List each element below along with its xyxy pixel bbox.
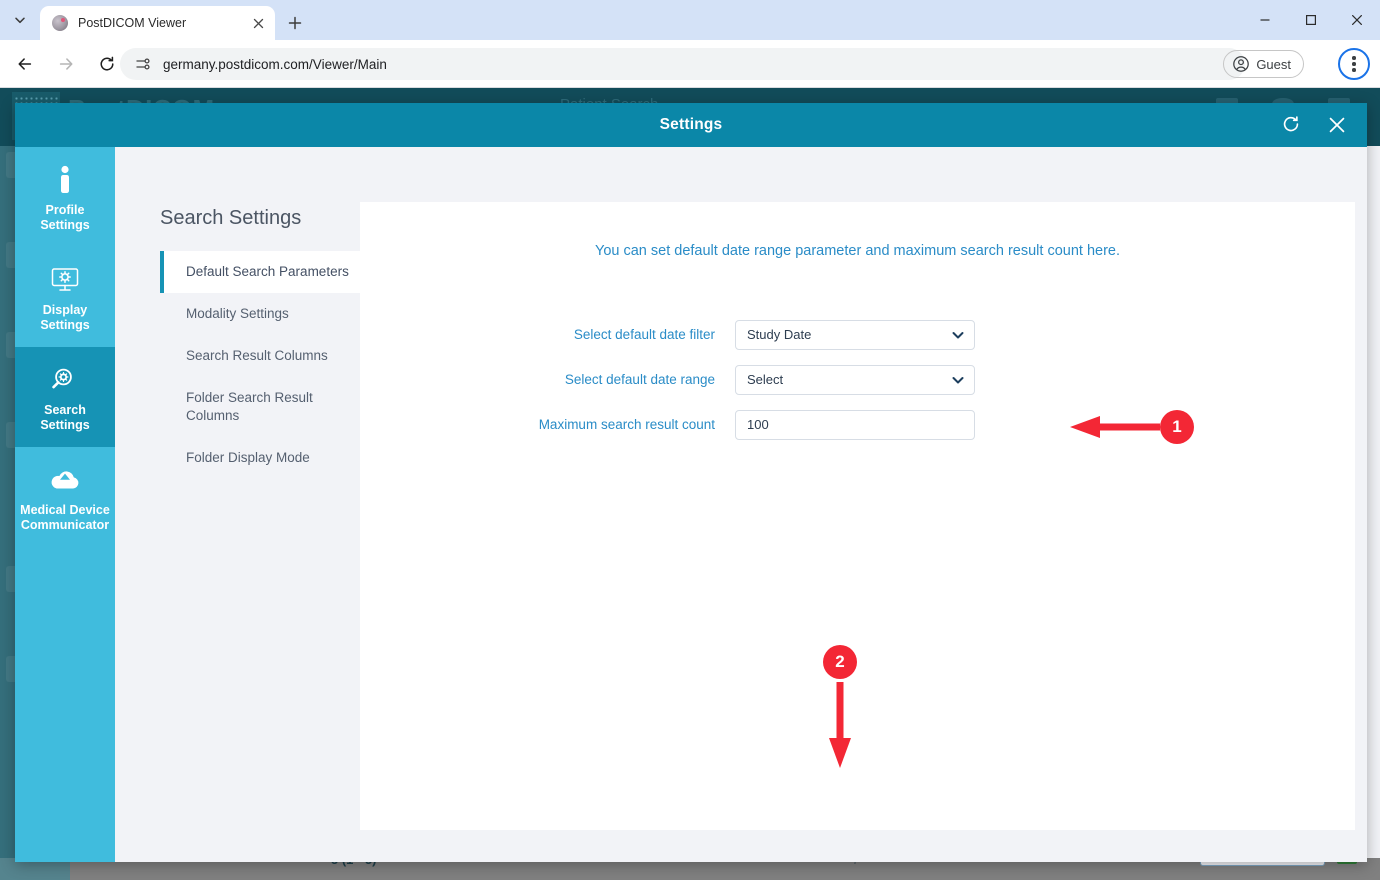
sidebar-item-medical-device-communicator[interactable]: Medical Device Communicator (15, 447, 115, 547)
form-row-date-range: Select default date range Select (530, 357, 975, 402)
close-icon[interactable] (1334, 0, 1380, 40)
dialog-title: Settings (660, 116, 723, 134)
sidebar-item-label: Medical Device (19, 503, 111, 518)
monitor-gear-icon (19, 263, 111, 297)
sidebar-item-label: Settings (19, 318, 111, 333)
date-filter-select[interactable]: Study Date (735, 320, 975, 350)
settings-dialog: Settings (15, 103, 1367, 862)
annotation-number: 1 (1160, 410, 1194, 444)
sidebar-item-label: Profile (19, 203, 111, 218)
card-description: You can set default date range parameter… (360, 243, 1355, 259)
date-range-select[interactable]: Select (735, 365, 975, 395)
back-arrow-icon[interactable] (9, 48, 41, 80)
chevron-down-icon (951, 328, 965, 342)
annotation-arrow-2 (826, 682, 854, 775)
maximize-icon[interactable] (1288, 0, 1334, 40)
address-bar[interactable]: germany.postdicom.com/Viewer/Main (120, 48, 1245, 80)
person-icon (19, 163, 111, 197)
minimize-icon[interactable] (1242, 0, 1288, 40)
close-icon[interactable] (1325, 113, 1349, 137)
form-row-max-result-count: Maximum search result count 100 (530, 402, 975, 447)
browser-tab[interactable]: PostDICOM Viewer (40, 6, 275, 40)
toolbar-separator (0, 87, 1380, 88)
forward-arrow-icon (50, 48, 82, 80)
dialog-header: Settings (15, 103, 1367, 147)
profile-button[interactable]: Guest (1223, 50, 1304, 78)
subnav-item-folder-display-mode[interactable]: Folder Display Mode (160, 437, 360, 479)
date-range-control: Select (735, 365, 975, 395)
date-range-label: Select default date range (530, 372, 735, 387)
dialog-actions (1279, 103, 1349, 147)
url-text: germany.postdicom.com/Viewer/Main (163, 57, 387, 72)
profile-label: Guest (1256, 57, 1291, 72)
sidebar-item-label: Search (19, 403, 111, 418)
subnav-item-search-result-columns[interactable]: Search Result Columns (160, 335, 360, 377)
annotation-number: 2 (823, 645, 857, 679)
browser-window: PostDICOM Patient Search 5 (1 - 5) 7 Set… (0, 0, 1380, 880)
new-tab-button[interactable] (283, 11, 307, 35)
chevron-down-icon (951, 373, 965, 387)
subnav-item-default-search-parameters[interactable]: Default Search Parameters (160, 251, 360, 293)
date-filter-label: Select default date filter (530, 327, 735, 342)
sidebar-item-label: Settings (19, 218, 111, 233)
annotation-arrow-1 (1068, 413, 1160, 446)
avatar (1232, 55, 1250, 73)
sidebar-item-label: Settings (19, 418, 111, 433)
settings-card: You can set default date range parameter… (360, 202, 1355, 830)
settings-form: Select default date filter Study Date Se… (530, 312, 975, 447)
max-result-count-label: Maximum search result count (530, 417, 735, 432)
dialog-body: Profile Settings Display (15, 147, 1367, 862)
form-row-date-filter: Select default date filter Study Date (530, 312, 975, 357)
tab-search-dropdown[interactable] (6, 6, 34, 34)
reset-icon[interactable] (1279, 113, 1303, 137)
postdicom-favicon (52, 15, 68, 31)
settings-sidebar: Profile Settings Display (15, 147, 115, 862)
subnav-item-folder-search-result-columns[interactable]: Folder Search Result Columns (160, 377, 360, 437)
sidebar-item-search-settings[interactable]: Search Settings (15, 347, 115, 447)
cloud-upload-icon (19, 463, 111, 497)
search-gear-icon (19, 363, 111, 397)
site-settings-icon[interactable] (134, 55, 152, 73)
reload-icon[interactable] (91, 48, 123, 80)
tab-strip: PostDICOM Viewer (0, 0, 1380, 40)
date-filter-control: Study Date (735, 320, 975, 350)
kebab-menu-icon[interactable] (1338, 48, 1370, 80)
sidebar-item-profile-settings[interactable]: Profile Settings (15, 147, 115, 247)
tab-title: PostDICOM Viewer (78, 16, 249, 30)
close-icon[interactable] (249, 14, 267, 32)
annotation-marker-2: 2 (823, 645, 857, 679)
sidebar-item-label: Communicator (19, 518, 111, 533)
maximum-search-result-count-input[interactable]: 100 (735, 410, 975, 440)
sidebar-item-display-settings[interactable]: Display Settings (15, 247, 115, 347)
page-title: Search Settings (160, 207, 301, 230)
browser-toolbar: germany.postdicom.com/Viewer/Main Guest (0, 40, 1380, 88)
annotation-marker-1: 1 (1160, 410, 1194, 444)
subnav-item-modality-settings[interactable]: Modality Settings (160, 293, 360, 335)
settings-main: Search Settings Default Search Parameter… (115, 147, 1367, 862)
sidebar-filler (15, 547, 115, 862)
window-controls (1242, 0, 1380, 40)
settings-subnav: Default Search Parameters Modality Setti… (160, 251, 360, 479)
sidebar-item-label: Display (19, 303, 111, 318)
max-result-count-control: 100 (735, 410, 975, 440)
